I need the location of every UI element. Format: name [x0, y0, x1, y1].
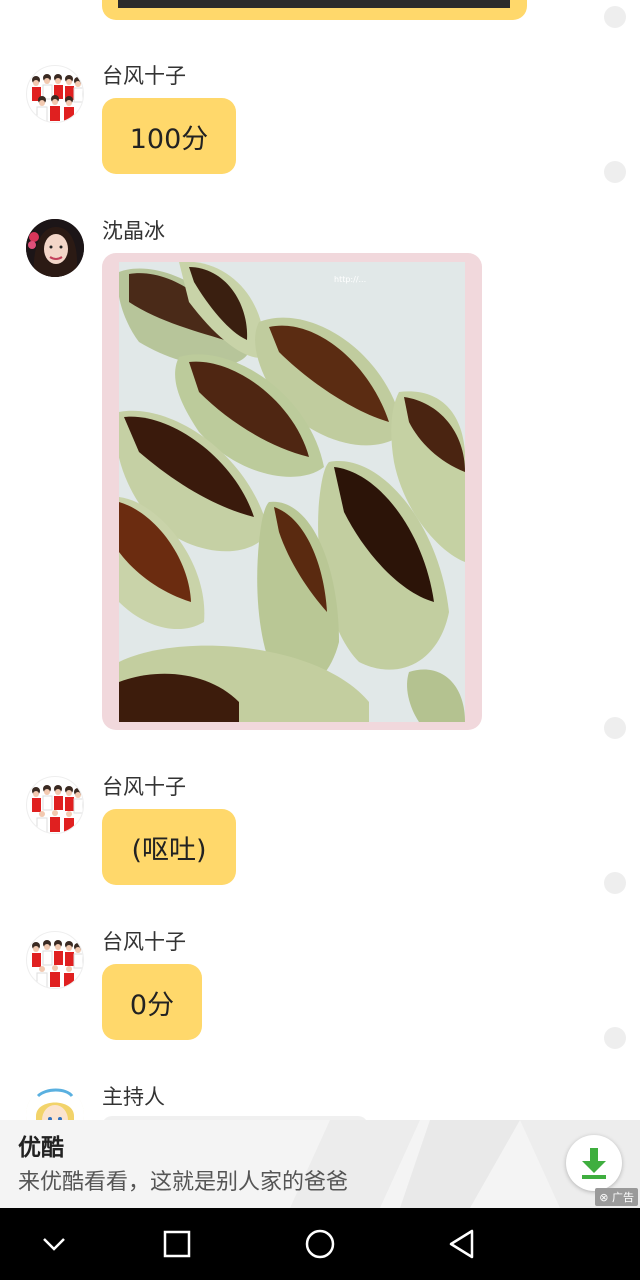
navigation-bar — [0, 1208, 640, 1280]
avatar[interactable] — [26, 776, 84, 834]
previous-image[interactable] — [118, 0, 510, 8]
dumpling-photo[interactable]: http://... — [119, 262, 465, 722]
back-triangle-icon — [449, 1229, 474, 1259]
sender-name: 台风十子 — [102, 930, 186, 954]
message-status-dot — [604, 161, 626, 183]
home-button[interactable] — [300, 1224, 340, 1264]
recent-apps-button[interactable] — [157, 1224, 197, 1264]
circle-icon — [305, 1229, 335, 1259]
message-status-dot — [604, 1027, 626, 1049]
message-status-dot — [604, 872, 626, 894]
ad-download-button[interactable] — [566, 1135, 622, 1191]
avatar[interactable] — [26, 931, 84, 989]
ad-tag-label: 广告 — [612, 1191, 634, 1204]
message-bubble[interactable]: 100分 — [102, 98, 236, 174]
image-message-bubble[interactable]: http://... — [102, 253, 482, 730]
sender-name: 台风十子 — [102, 64, 186, 88]
sender-name: 台风十子 — [102, 775, 186, 799]
ad-title: 优酷 — [18, 1135, 64, 1161]
ad-close-icon[interactable]: ⊗ — [599, 1191, 608, 1204]
chat-list[interactable]: 台风十子 100分 沈晶冰 http://... 台风十子 (呕吐) 台风十子 … — [0, 0, 640, 1120]
square-icon — [163, 1230, 191, 1258]
sender-name: 主持人 — [102, 1085, 165, 1109]
back-button[interactable] — [442, 1224, 482, 1264]
download-icon — [582, 1148, 606, 1179]
ad-banner[interactable]: 优酷 来优酷看看，这就是别人家的爸爸 ⊗ 广告 — [0, 1120, 640, 1208]
message-bubble[interactable]: (呕吐) — [102, 809, 236, 885]
avatar[interactable] — [26, 65, 84, 123]
message-bubble[interactable]: 0分 — [102, 964, 202, 1040]
message-status-dot — [604, 717, 626, 739]
avatar[interactable] — [26, 1086, 84, 1120]
ad-tag: ⊗ 广告 — [595, 1188, 638, 1206]
ad-description: 来优酷看看，这就是别人家的爸爸 — [18, 1170, 349, 1195]
message-status-dot — [604, 6, 626, 28]
image-watermark: http://... — [334, 275, 366, 284]
sender-name: 沈晶冰 — [102, 219, 165, 243]
avatar[interactable] — [26, 219, 84, 277]
chevron-down-icon[interactable] — [34, 1224, 74, 1264]
previous-image-bubble[interactable] — [102, 0, 527, 20]
